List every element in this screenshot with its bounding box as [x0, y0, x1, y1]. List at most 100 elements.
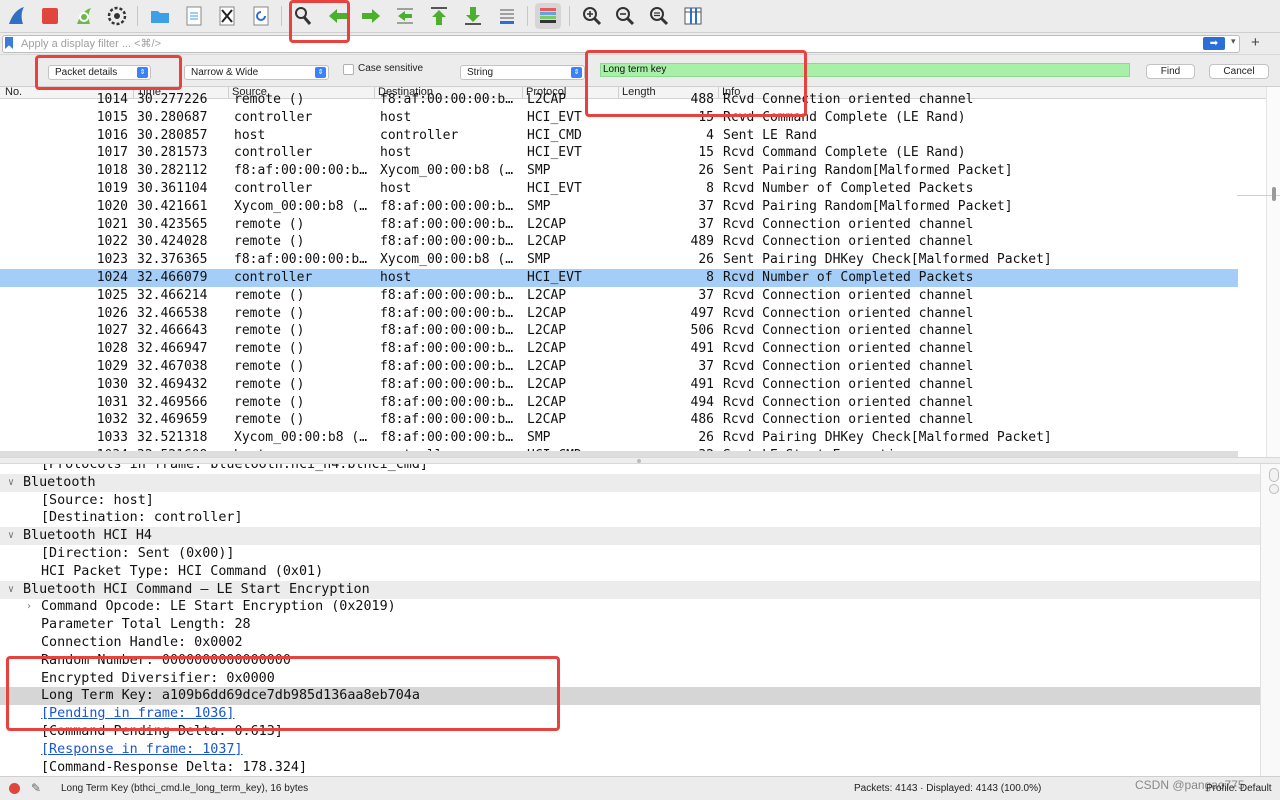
packet-cell-len: 486 — [690, 412, 714, 428]
expert-info-icon[interactable] — [9, 783, 20, 794]
packet-row[interactable]: 1029 32.467038 remote () f8:af:00:00:00:b… L… — [0, 358, 1238, 376]
close-file-icon[interactable] — [214, 3, 240, 29]
open-file-icon[interactable] — [147, 3, 173, 29]
char-width-select[interactable]: Narrow & Wide ⇕ — [184, 65, 329, 80]
packet-row[interactable]: 1017 30.281573 controller host HCI_EVT 15 Rcvd… — [0, 144, 1238, 162]
packet-cell-info: Rcvd Connection oriented channel — [723, 305, 974, 321]
packet-row[interactable]: 1028 32.466947 remote () f8:af:00:00:00:b… L… — [0, 340, 1238, 358]
detail-field-row[interactable]: [Command-Response Delta: 178.324] — [0, 759, 1260, 776]
details-scrollbar[interactable] — [1260, 464, 1280, 776]
packet-cell-info: Sent Pairing DHKey Check[Malformed Packe… — [723, 252, 1052, 268]
packet-cell-len: 37 — [698, 216, 714, 232]
chevron-right-icon[interactable]: › — [26, 598, 32, 616]
packet-cell-info: Rcvd Connection oriented channel — [723, 341, 974, 357]
packet-row[interactable]: 1032 32.469659 remote () f8:af:00:00:00:b… L… — [0, 411, 1238, 429]
packet-row[interactable]: 1030 32.469432 remote () f8:af:00:00:00:b… L… — [0, 376, 1238, 394]
packet-cell-info: Rcvd Connection oriented channel — [723, 359, 974, 374]
detail-section-row[interactable]: ∨ Bluetooth HCI Command – LE Start Encryp… — [0, 580, 1260, 599]
packet-cell-info: Sent LE Rand — [723, 127, 817, 143]
detail-text: Connection Handle: 0x0002 — [41, 635, 243, 650]
scrollbar-thumb[interactable] — [1272, 187, 1276, 201]
add-filter-button[interactable]: + — [1251, 34, 1260, 51]
detail-text: [Command-Response Delta: 178.324] — [41, 759, 308, 775]
packet-cell-len: 26 — [698, 430, 714, 446]
restart-capture-icon[interactable] — [71, 3, 97, 29]
status-bar: ✎ Long Term Key (bthci_cmd.le_long_term_… — [0, 776, 1280, 800]
detail-section-row[interactable]: ∨ Bluetooth HCI H4 — [0, 527, 1260, 546]
pane-splitter[interactable] — [0, 457, 1280, 464]
packet-cell-info: Rcvd Command Complete (LE Rand) — [723, 145, 966, 161]
resize-columns-icon[interactable] — [680, 3, 706, 29]
go-last-icon[interactable] — [460, 3, 486, 29]
packet-cell-info: Rcvd Number of Completed Packets — [723, 270, 974, 285]
packet-cell-len: 8 — [706, 181, 714, 196]
packet-cell-info: Rcvd Connection oriented channel — [723, 323, 974, 339]
detail-field-row[interactable]: [Source: host] — [0, 492, 1260, 510]
go-first-icon[interactable] — [426, 3, 452, 29]
chevron-down-icon[interactable]: ∨ — [8, 581, 14, 599]
packet-row[interactable]: 1025 32.466214 remote () f8:af:00:00:00:b… L… — [0, 287, 1238, 305]
detail-text: [Source: host] — [41, 492, 154, 508]
case-sensitive-label: Case sensitive — [358, 63, 424, 74]
zoom-reset-icon[interactable] — [646, 3, 672, 29]
chevron-down-icon[interactable]: ▾ — [1231, 36, 1236, 47]
save-file-icon[interactable] — [181, 3, 207, 29]
packet-row[interactable]: 1021 30.423565 remote () f8:af:00:00:00:b… L… — [0, 216, 1238, 234]
zoom-out-icon[interactable] — [612, 3, 638, 29]
detail-field-row[interactable]: › Command Opcode: LE Start Encryption (0x… — [0, 598, 1260, 616]
reload-file-icon[interactable] — [248, 3, 274, 29]
detail-field-row[interactable]: [Destination: controller] — [0, 509, 1260, 527]
packet-row[interactable]: 1031 32.469566 remote () f8:af:00:00:00:b… L… — [0, 394, 1238, 412]
go-forward-icon[interactable] — [358, 3, 384, 29]
search-type-select[interactable]: String ⇕ — [460, 65, 585, 80]
packet-row[interactable]: 1018 30.282112 f8:af:00:00:00:b… Xycom_00:0… — [0, 162, 1238, 180]
status-field-info: Long Term Key (bthci_cmd.le_long_term_ke… — [61, 783, 309, 794]
detail-text: Parameter Total Length: 28 — [41, 617, 251, 633]
find-button[interactable]: Find — [1146, 64, 1195, 79]
apply-filter-button[interactable]: ➡ — [1203, 37, 1225, 50]
packet-cell-len: 489 — [690, 234, 714, 250]
detail-text: [Destination: controller] — [41, 510, 243, 526]
frame-link[interactable]: [Response in frame: 1037] — [41, 741, 243, 759]
packet-row[interactable]: 1022 30.424028 remote () f8:af:00:00:00:b… L… — [0, 233, 1238, 251]
detail-text: [Protocols in frame: bluetooth:hci_h4:bt… — [41, 464, 428, 472]
cancel-button[interactable]: Cancel — [1209, 64, 1269, 79]
packet-cell-info: Rcvd Connection oriented channel — [723, 376, 974, 392]
packet-cell-len: 8 — [706, 270, 714, 285]
chevron-updown-icon: ⇕ — [571, 67, 582, 78]
packet-row[interactable]: 1026 32.466538 remote () f8:af:00:00:00:b… L… — [0, 305, 1238, 323]
packet-row[interactable]: 1020 30.421661 Xycom_00:00:b8 (… f8:af:00:0… — [0, 198, 1238, 216]
autoscroll-icon[interactable] — [494, 3, 520, 29]
packet-row[interactable]: 1024 32.466079 controller host HCI_EVT 8 Rcvd … — [0, 269, 1238, 287]
zoom-in-icon[interactable] — [579, 3, 605, 29]
go-to-packet-icon[interactable] — [392, 3, 418, 29]
chevron-down-icon[interactable]: ∨ — [8, 527, 14, 545]
detail-field-row[interactable]: [Response in frame: 1037] — [0, 741, 1260, 759]
detail-field-row[interactable]: HCI Packet Type: HCI Command (0x01) — [0, 563, 1260, 581]
shark-fin-icon[interactable] — [4, 3, 30, 29]
status-profile[interactable]: Profile: Default — [1206, 783, 1272, 794]
detail-field-row[interactable]: Connection Handle: 0x0002 — [0, 634, 1260, 652]
detail-field-row[interactable]: [Protocols in frame: bluetooth:hci_h4:bt… — [0, 464, 1260, 474]
packet-row[interactable]: 1019 30.361104 controller host HCI_EVT 8 Rcvd … — [0, 180, 1238, 198]
stop-capture-icon[interactable] — [37, 3, 63, 29]
chevron-down-icon[interactable]: ∨ — [8, 474, 14, 492]
colorize-icon[interactable] — [535, 3, 561, 29]
edit-comment-icon[interactable]: ✎ — [31, 781, 41, 795]
packet-cell-info: Rcvd Connection oriented channel — [723, 394, 974, 410]
detail-text: [Direction: Sent (0x00)] — [41, 546, 235, 561]
packet-row[interactable]: 1016 30.280857 host controller HCI_CMD 4 Sent … — [0, 127, 1238, 145]
case-sensitive-checkbox[interactable] — [343, 64, 354, 75]
packet-list[interactable]: No. Time Source Destination Protocol Len… — [0, 87, 1266, 457]
detail-section-row[interactable]: ∨ Bluetooth — [0, 473, 1260, 492]
packet-cell-len: 26 — [698, 252, 714, 268]
capture-options-icon[interactable] — [104, 3, 130, 29]
packet-row[interactable]: 1033 32.521318 Xycom_00:00:b8 (… f8:af:00:0… — [0, 429, 1238, 447]
detail-field-row[interactable]: Parameter Total Length: 28 — [0, 616, 1260, 634]
packet-row[interactable]: 1027 32.466643 remote () f8:af:00:00:00:b… L… — [0, 322, 1238, 340]
packet-cell-info: Rcvd Number of Completed Packets — [723, 181, 974, 196]
detail-field-row[interactable]: [Direction: Sent (0x00)] — [0, 545, 1260, 563]
packet-cell-len: 37 — [698, 359, 714, 374]
vertical-scrollbar[interactable] — [1237, 87, 1280, 457]
packet-row[interactable]: 1023 32.376365 f8:af:00:00:00:b… Xycom_00:0… — [0, 251, 1238, 269]
